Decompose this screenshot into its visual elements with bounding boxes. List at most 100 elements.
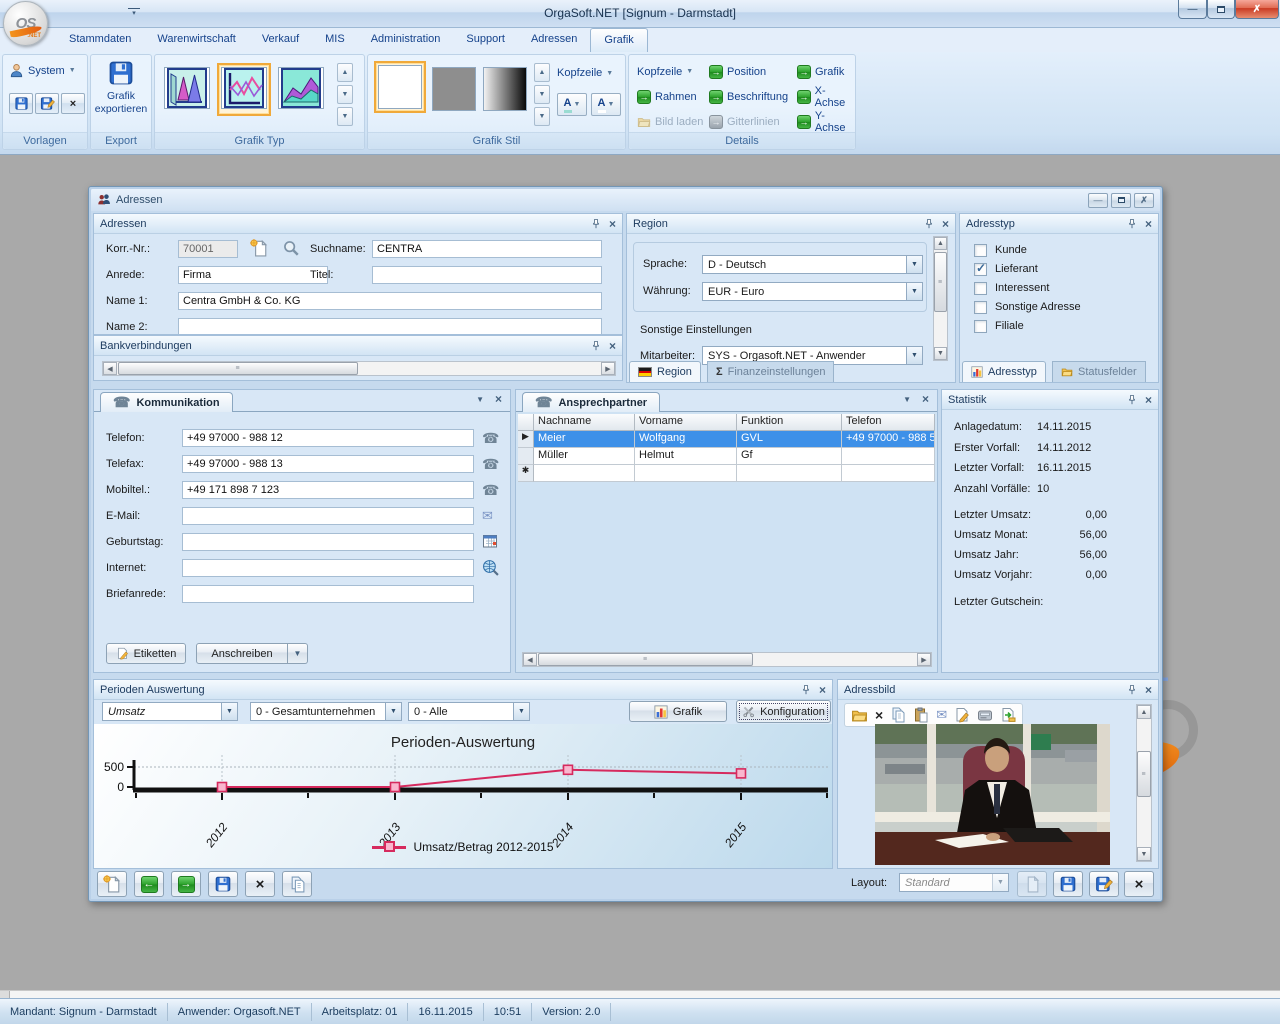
previous-record-button[interactable]: ← <box>134 871 164 897</box>
style-white-selected[interactable] <box>374 61 426 113</box>
details-y-achse-button[interactable]: → Y-Achse <box>797 113 855 130</box>
col-vorname[interactable]: Vorname <box>635 414 737 431</box>
cell[interactable] <box>534 465 635 482</box>
pin-icon[interactable] <box>1126 394 1138 406</box>
edit-image-icon[interactable] <box>954 707 970 723</box>
table-row-selected[interactable]: ▶ Meier Wolfgang GVL +49 97000 - 988 56 <box>518 431 937 448</box>
child-close-button[interactable]: ✗ <box>1134 193 1154 208</box>
search-address-button[interactable] <box>282 239 300 257</box>
etiketten-button[interactable]: Etiketten <box>106 643 186 664</box>
cell[interactable]: Müller <box>534 448 635 465</box>
gallery-more[interactable]: ▼ <box>337 107 353 126</box>
region-panel-header[interactable]: Region × <box>627 214 955 234</box>
paste-icon[interactable] <box>913 707 929 723</box>
delete-layout-button[interactable]: × <box>1124 871 1154 897</box>
scroll-up-arrow[interactable]: ▲ <box>934 237 947 250</box>
details-x-achse-button[interactable]: → X-Achse <box>797 88 855 105</box>
scrollbar-thumb[interactable]: ≡ <box>934 252 947 312</box>
gallery-scroll-down[interactable]: ▼ <box>337 85 353 104</box>
cell[interactable]: +49 97000 - 988 56 <box>842 431 935 448</box>
tab-grafik-active[interactable]: Grafik <box>590 28 647 52</box>
pin-icon[interactable] <box>923 218 935 230</box>
bankverbindungen-panel-header[interactable]: Bankverbindungen × <box>94 336 622 356</box>
calendar-icon[interactable] <box>482 533 498 549</box>
copy-icon[interactable] <box>890 707 906 723</box>
tab-support[interactable]: Support <box>453 30 518 52</box>
chart-type-area-button[interactable] <box>278 67 324 112</box>
child-minimize-button[interactable]: — <box>1088 193 1108 208</box>
close-icon[interactable]: × <box>922 394 929 404</box>
style-scroll-up[interactable]: ▲ <box>534 63 550 82</box>
scroll-down-arrow[interactable]: ▼ <box>1137 847 1151 861</box>
details-kopfzeile-dropdown[interactable]: Kopfzeile ▼ <box>637 63 703 80</box>
quick-access-toolbar-dropdown[interactable]: ▾ <box>128 8 140 20</box>
save-record-button[interactable] <box>208 871 238 897</box>
details-beschriftung-button[interactable]: → Beschriftung <box>709 88 788 105</box>
name2-field[interactable] <box>178 318 602 335</box>
chart-type-cones-button[interactable] <box>164 67 210 112</box>
checkbox-filiale[interactable] <box>974 320 987 333</box>
cell[interactable] <box>842 465 935 482</box>
delete-image-icon[interactable]: × <box>875 707 883 723</box>
ansprechpartner-tab[interactable]: ☎ Ansprechpartner <box>522 392 660 412</box>
filiale-select[interactable]: 0 - Alle ▼ <box>408 702 530 721</box>
close-icon[interactable]: × <box>1145 395 1152 405</box>
kommunikation-tab[interactable]: ☎ Kommunikation <box>100 392 233 412</box>
close-icon[interactable]: × <box>495 394 502 404</box>
layout-select[interactable]: Standard ▼ <box>899 873 1009 892</box>
scroll-down-arrow[interactable]: ▼ <box>934 347 947 360</box>
tab-verkauf[interactable]: Verkauf <box>249 30 312 52</box>
dial-fax-icon[interactable]: ☎ <box>482 456 499 473</box>
scroll-right-arrow[interactable]: ▶ <box>601 362 615 375</box>
mail-image-icon[interactable]: ✉ <box>936 707 947 723</box>
tab-warenwirtschaft[interactable]: Warenwirtschaft <box>144 30 248 52</box>
pin-icon[interactable] <box>590 340 602 352</box>
edit-template-button[interactable] <box>35 93 59 114</box>
cell[interactable]: Gf <box>737 448 842 465</box>
close-icon[interactable]: × <box>609 341 616 351</box>
name1-field[interactable]: Centra GmbH & Co. KG <box>178 292 602 310</box>
col-nachname[interactable]: Nachname <box>534 414 635 431</box>
bank-horizontal-scrollbar[interactable]: ◀ ≡ ▶ <box>102 361 616 376</box>
anschreiben-button[interactable]: Anschreiben <box>196 643 288 664</box>
adressen-window-titlebar[interactable]: Adressen — ✗ <box>91 189 1160 211</box>
table-new-row[interactable]: ✱ <box>518 465 937 482</box>
cell[interactable]: Helmut <box>635 448 737 465</box>
new-record-button[interactable] <box>97 871 127 897</box>
cell[interactable]: Wolfgang <box>635 431 737 448</box>
waehrung-select[interactable]: EUR - Euro ▼ <box>702 282 923 301</box>
scroll-right-arrow[interactable]: ▶ <box>917 653 931 666</box>
open-image-icon[interactable] <box>851 707 868 724</box>
next-record-button[interactable]: → <box>171 871 201 897</box>
unternehmen-select[interactable]: 0 - Gesamtunternehmen ▼ <box>250 702 402 721</box>
tab-finanzeinstellungen[interactable]: Σ Finanzeinstellungen <box>707 361 834 382</box>
mobiltel-field[interactable]: +49 171 898 7 123 <box>182 481 474 499</box>
font-color-button-1[interactable]: A ▼ <box>557 93 587 116</box>
grafik-button[interactable]: Grafik <box>629 701 727 722</box>
delete-template-button[interactable]: × <box>61 93 85 114</box>
minimize-button[interactable]: — <box>1178 0 1207 19</box>
close-icon[interactable]: × <box>609 219 616 229</box>
col-funktion[interactable]: Funktion <box>737 414 842 431</box>
tab-mis[interactable]: MIS <box>312 30 358 52</box>
adressbild-panel-header[interactable]: Adressbild × <box>838 680 1158 700</box>
details-bild-laden-button-disabled[interactable]: Bild laden <box>637 113 703 130</box>
anrede-field[interactable]: Firma <box>178 266 328 284</box>
email-field[interactable] <box>182 507 474 525</box>
cell[interactable] <box>737 465 842 482</box>
checkbox-sonstige-adresse[interactable] <box>974 301 987 314</box>
scrollbar-thumb[interactable]: ≡ <box>118 362 358 375</box>
close-icon[interactable]: × <box>1145 685 1152 695</box>
sprache-select[interactable]: D - Deutsch ▼ <box>702 255 923 274</box>
scroll-up-arrow[interactable]: ▲ <box>1137 705 1151 719</box>
save-layout-as-button[interactable] <box>1089 871 1119 897</box>
scroll-left-arrow[interactable]: ◀ <box>523 653 537 666</box>
checkbox-interessent[interactable] <box>974 282 987 295</box>
new-layout-button-disabled[interactable] <box>1017 871 1047 897</box>
tab-administration[interactable]: Administration <box>358 30 454 52</box>
panel-dropdown-icon[interactable]: ▼ <box>903 395 911 404</box>
details-gitterlinien-button-disabled[interactable]: → Gitterlinien <box>709 113 788 130</box>
close-icon[interactable]: × <box>1145 219 1152 229</box>
send-mail-icon[interactable]: ✉ <box>482 508 493 524</box>
kennzahl-select[interactable]: Umsatz ▼ <box>102 702 238 721</box>
